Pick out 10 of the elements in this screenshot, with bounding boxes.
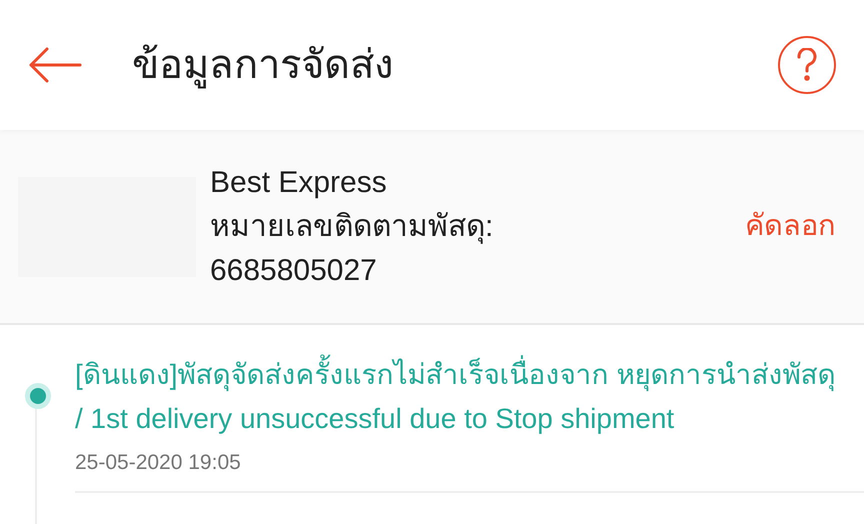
tracking-number: 6685805027 <box>210 252 378 288</box>
copy-button[interactable]: คัดลอก <box>745 204 836 248</box>
event-description: [ดินแดง]พัสดุจัดส่งครั้งแรกไม่สำเร็จเนื่องจาก หยุดการนำส่งพัสดุ / 1st delivery unsuccessful due to Stop shipment <box>75 353 840 441</box>
carrier-name: Best Express <box>210 164 388 200</box>
help-icon <box>796 48 818 82</box>
tracking-label: หมายเลขติดตามพัสดุ: <box>210 208 494 246</box>
help-button[interactable] <box>778 36 836 94</box>
event-time: 25-05-2020 19:05 <box>75 450 242 476</box>
back-arrow-icon <box>28 47 82 83</box>
page-title: ข้อมูลการจัดส่ง <box>132 42 395 90</box>
